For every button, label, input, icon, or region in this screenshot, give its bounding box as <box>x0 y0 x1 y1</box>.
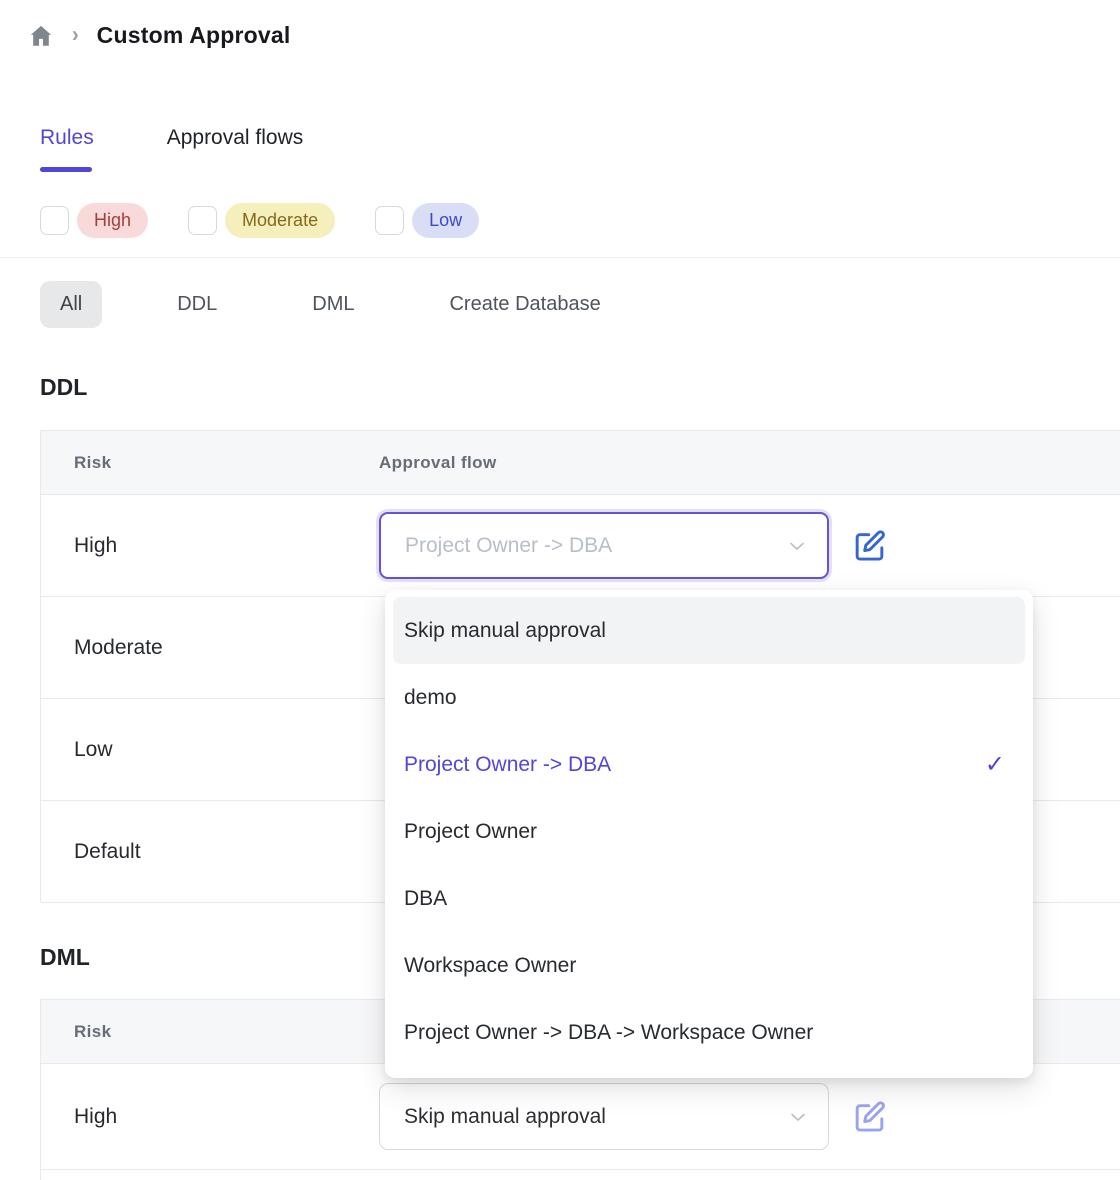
approval-flow-dropdown-menu: Skip manual approval demo Project Owner … <box>385 590 1033 1078</box>
ddl-table-header: Risk Approval flow <box>41 431 1120 495</box>
ddl-moderate-risk-label: Moderate <box>41 636 379 660</box>
edit-approval-flow-button-disabled[interactable] <box>851 1098 888 1135</box>
custom-approval-page: › Custom Approval Rules Approval flows H… <box>0 0 1120 1180</box>
dml-high-flow-cell: Skip manual approval <box>379 1083 888 1150</box>
moderate-badge[interactable]: Moderate <box>225 203 335 238</box>
ddl-low-risk-label: Low <box>41 738 379 762</box>
dml-risk-column-header: Risk <box>41 1022 379 1042</box>
risk-filter-moderate: Moderate <box>188 203 335 238</box>
ddl-high-flow-cell: Project Owner -> DBA <box>379 512 888 579</box>
low-badge[interactable]: Low <box>412 203 479 238</box>
option-label: demo <box>404 686 457 710</box>
dml-section-title: DML <box>40 944 90 971</box>
dropdown-option-project-owner[interactable]: Project Owner <box>393 798 1025 865</box>
filter-dml-button[interactable]: DML <box>292 281 374 328</box>
ddl-default-risk-label: Default <box>41 840 379 864</box>
option-label: Project Owner -> DBA <box>404 753 611 777</box>
option-label: Skip manual approval <box>404 619 606 643</box>
filter-create-database-button[interactable]: Create Database <box>429 281 620 328</box>
tab-bar: Rules Approval flows <box>40 126 303 172</box>
section-divider <box>0 257 1120 258</box>
risk-filter-low: Low <box>375 203 479 238</box>
risk-filter-row: High Moderate Low <box>40 203 479 238</box>
home-icon[interactable] <box>28 23 54 49</box>
high-checkbox[interactable] <box>40 206 69 235</box>
option-label: DBA <box>404 887 447 911</box>
check-icon: ✓ <box>985 750 1005 779</box>
tab-rules[interactable]: Rules <box>40 126 94 172</box>
low-checkbox[interactable] <box>375 206 404 235</box>
risk-filter-high: High <box>40 203 148 238</box>
ddl-row-high: High Project Owner -> DBA <box>41 495 1120 597</box>
dml-row-high: High Skip manual approval <box>41 1064 1120 1170</box>
ddl-high-approval-flow-select[interactable]: Project Owner -> DBA <box>379 512 829 579</box>
page-title: Custom Approval <box>97 22 291 49</box>
ddl-high-risk-label: High <box>41 534 379 558</box>
ddl-approval-flow-column-header: Approval flow <box>379 453 497 473</box>
dropdown-option-dba[interactable]: DBA <box>393 865 1025 932</box>
tab-approval-flows[interactable]: Approval flows <box>167 126 304 172</box>
dropdown-option-project-owner-dba-workspace-owner[interactable]: Project Owner -> DBA -> Workspace Owner <box>393 999 1025 1066</box>
dml-high-risk-label: High <box>41 1105 379 1129</box>
dropdown-option-demo[interactable]: demo <box>393 664 1025 731</box>
dml-high-approval-flow-select[interactable]: Skip manual approval <box>379 1083 829 1150</box>
dropdown-option-skip-manual-approval[interactable]: Skip manual approval <box>393 597 1025 664</box>
dropdown-option-workspace-owner[interactable]: Workspace Owner <box>393 932 1025 999</box>
high-badge[interactable]: High <box>77 203 148 238</box>
category-filter-bar: All DDL DML Create Database <box>40 281 621 328</box>
ddl-risk-column-header: Risk <box>41 453 379 473</box>
ddl-high-select-value: Project Owner -> DBA <box>405 534 612 558</box>
moderate-checkbox[interactable] <box>188 206 217 235</box>
breadcrumb: › Custom Approval <box>28 22 291 49</box>
option-label: Project Owner -> DBA -> Workspace Owner <box>404 1021 813 1045</box>
dropdown-option-project-owner-dba[interactable]: Project Owner -> DBA ✓ <box>393 731 1025 798</box>
chevron-down-icon <box>788 1107 808 1127</box>
filter-ddl-button[interactable]: DDL <box>157 281 237 328</box>
option-label: Project Owner <box>404 820 537 844</box>
edit-approval-flow-button[interactable] <box>851 527 888 564</box>
chevron-down-icon <box>787 536 807 556</box>
dml-high-select-value: Skip manual approval <box>404 1105 606 1129</box>
option-label: Workspace Owner <box>404 954 576 978</box>
ddl-section-title: DDL <box>40 374 87 401</box>
filter-all-button[interactable]: All <box>40 281 102 328</box>
breadcrumb-separator-icon: › <box>72 23 79 48</box>
